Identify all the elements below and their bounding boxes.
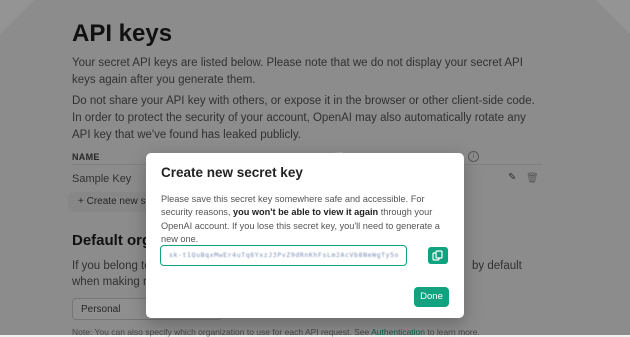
dialog-description: Please save this secret key somewhere sa… xyxy=(161,193,453,247)
secret-key-value: sk-t1QuBqxMwEr4uTq6YxzJ3PvZ9dRnKhFsLm2Ac… xyxy=(169,251,400,259)
copy-button[interactable] xyxy=(428,247,448,264)
done-button[interactable]: Done xyxy=(414,287,449,307)
dialog-text-bold: you won't be able to view it again xyxy=(233,207,379,218)
dialog-title: Create new secret key xyxy=(161,165,303,180)
create-secret-key-dialog: Create new secret key Please save this s… xyxy=(146,153,464,318)
secret-key-field[interactable]: sk-t1QuBqxMwEr4uTq6YxzJ3PvZ9dRnKhFsLm2Ac… xyxy=(160,245,407,266)
copy-icon xyxy=(432,250,443,261)
